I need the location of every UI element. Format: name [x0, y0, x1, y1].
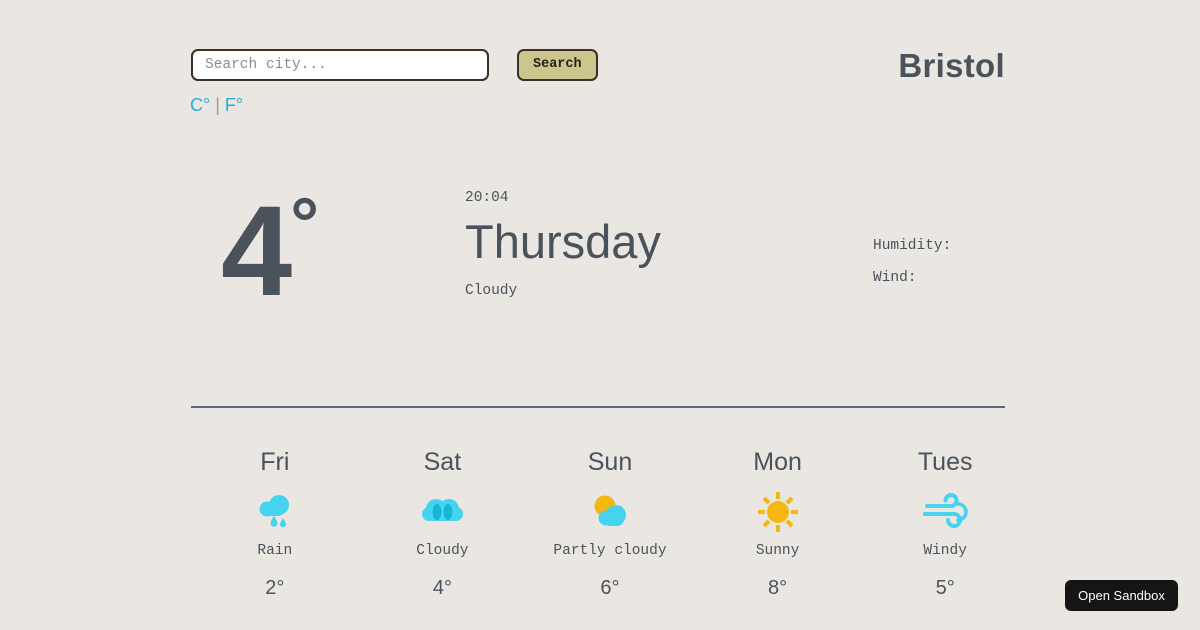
unit-separator: |	[215, 95, 220, 115]
fahrenheit-link[interactable]: F°	[225, 95, 243, 115]
forecast-card: Sat Cloudy 4°	[359, 450, 527, 600]
current-conditions: 4° 20:04 Thursday Cloudy Humidity: Wind:	[191, 188, 1005, 340]
current-time: 20:04	[465, 190, 509, 206]
search-button[interactable]: Search	[517, 49, 598, 81]
open-sandbox-button[interactable]: Open Sandbox	[1065, 580, 1178, 611]
forecast-description: Rain	[257, 543, 293, 559]
forecast-day: Mon	[753, 448, 802, 476]
forecast-description: Cloudy	[416, 543, 469, 559]
forecast-temperature: 5°	[935, 577, 955, 599]
degree-symbol: °	[290, 184, 319, 264]
forecast-card: Fri Rain 2°	[191, 450, 359, 600]
search-input[interactable]	[191, 49, 489, 81]
wind-label: Wind:	[873, 270, 917, 286]
forecast-temperature: 2°	[265, 577, 285, 599]
forecast-day: Fri	[260, 448, 290, 476]
forecast-day: Sat	[423, 448, 462, 476]
section-divider	[191, 406, 1005, 408]
current-meta: Humidity: Wind:	[873, 238, 951, 286]
forecast-description: Sunny	[755, 543, 800, 559]
forecast-description: Windy	[923, 543, 967, 559]
forecast-day: Sun	[587, 448, 633, 476]
forecast-temperature: 8°	[768, 577, 788, 599]
top-bar: Search Bristol	[191, 47, 1005, 84]
city-title: Bristol	[898, 47, 1005, 84]
celsius-link[interactable]: C°	[190, 95, 210, 115]
weather-app: Search Bristol C°|F° 4° 20:04 Thursday C…	[0, 0, 1200, 630]
current-condition: Cloudy	[465, 283, 518, 299]
forecast-temperature: 6°	[600, 577, 620, 599]
forecast-day: Tues	[917, 448, 973, 476]
wind-row: Wind:	[873, 270, 951, 286]
current-temperature: 4°	[221, 188, 319, 316]
cloudy-icon	[359, 489, 527, 535]
windy-icon	[861, 489, 1029, 535]
current-temperature-value: 4	[221, 180, 292, 323]
forecast-card: Mon Sunny 8°	[694, 450, 862, 600]
forecast-description: Partly cloudy	[553, 543, 667, 559]
humidity-label: Humidity:	[873, 238, 952, 254]
forecast-temperature: 4°	[432, 577, 452, 599]
rain-icon	[191, 489, 359, 535]
current-detail: 20:04 Thursday Cloudy	[465, 190, 661, 299]
unit-toggle: C° | F°	[190, 95, 243, 116]
partly-cloudy-icon	[526, 489, 694, 535]
current-day: Thursday	[465, 215, 661, 268]
forecast-card: Sun Partly cloudy 6°	[526, 450, 694, 600]
forecast-list: Fri Rain 2° Sat Cloudy 4° Sun Partly clo…	[191, 450, 1029, 600]
humidity-row: Humidity:	[873, 238, 951, 254]
forecast-card: Tues Windy 5°	[861, 450, 1029, 600]
sunny-icon	[694, 489, 862, 535]
